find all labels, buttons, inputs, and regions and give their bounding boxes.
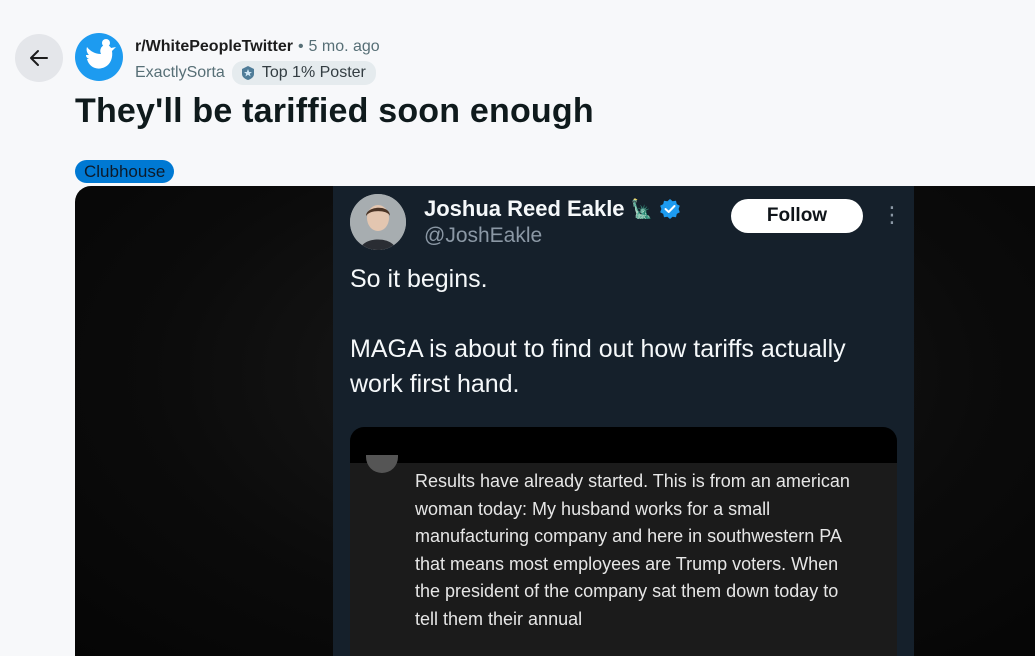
subreddit-name[interactable]: r/WhitePeopleTwitter — [135, 37, 293, 57]
subreddit-avatar[interactable] — [75, 33, 123, 81]
tweet-paragraph-2: MAGA is about to find out how tariffs ac… — [350, 335, 846, 398]
post-title: They'll be tariffied soon enough — [75, 92, 594, 130]
tweet-author-avatar — [350, 194, 406, 250]
tweet-card: Joshua Reed Eakle 🗽 @JoshEakle Follow ⋮ … — [333, 186, 914, 656]
post-time: 5 mo. ago — [308, 38, 380, 55]
verified-icon — [660, 199, 680, 219]
post-author[interactable]: ExactlySorta — [135, 63, 225, 83]
back-arrow-icon — [30, 50, 48, 66]
embedded-avatar — [366, 455, 398, 473]
top-poster-icon — [241, 66, 254, 80]
tweet-paragraph-1: So it begins. — [350, 265, 488, 293]
tweet-author-handle: @JoshEakle — [424, 224, 543, 247]
tweet-text: So it begins. MAGA is about to find out … — [350, 262, 890, 402]
embedded-text: Results have already started. This is fr… — [415, 471, 850, 629]
statue-of-liberty-emoji: 🗽 — [630, 198, 653, 219]
embedded-screenshot: Results have already started. This is fr… — [350, 427, 897, 656]
tweet-author-name-row: Joshua Reed Eakle 🗽 — [424, 196, 681, 222]
embedded-screenshot-body: Results have already started. This is fr… — [350, 455, 897, 656]
tweet-author-name: Joshua Reed Eakle — [424, 196, 625, 221]
meta-separator: • — [297, 38, 304, 55]
post-image[interactable]: Joshua Reed Eakle 🗽 @JoshEakle Follow ⋮ … — [75, 186, 1035, 656]
post-meta: r/WhitePeopleTwitter • 5 mo. ago Exactly… — [135, 37, 380, 85]
badge-label: Top 1% Poster — [261, 64, 366, 81]
follow-button: Follow — [731, 199, 863, 233]
top-poster-badge: Top 1% Poster — [231, 61, 376, 85]
post-flair[interactable]: Clubhouse — [75, 160, 175, 183]
back-button[interactable] — [15, 34, 63, 82]
subreddit-twitter-icon — [86, 39, 116, 69]
more-options-icon: ⋮ — [881, 202, 903, 227]
